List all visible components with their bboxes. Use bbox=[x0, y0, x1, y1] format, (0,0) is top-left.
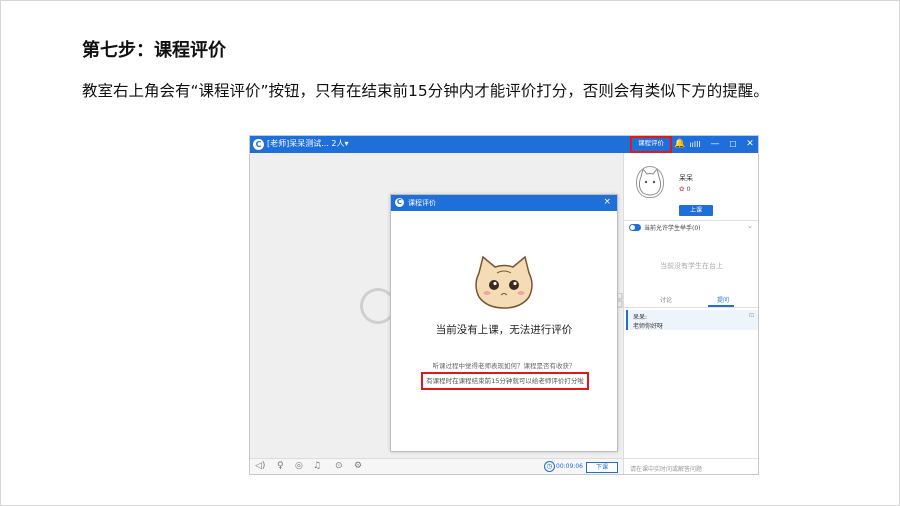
dialog-subtext: 听课过程中觉得老师表现如何？课程是否有收获？ bbox=[432, 362, 576, 370]
cat-illustration-icon bbox=[475, 255, 533, 309]
flower-count: ✿ 0 bbox=[679, 185, 691, 193]
message-action-icon[interactable]: ⊡ bbox=[749, 312, 754, 319]
classroom-window: C [老师]呆呆测试... 2人▾ 课程评价 🔔 ıılll — ☐ ✕ C 课… bbox=[249, 135, 759, 475]
list-item[interactable]: 呆呆: 老师你好呀 ⊡ bbox=[626, 310, 758, 330]
flower-count-value: 0 bbox=[686, 185, 691, 193]
music-icon[interactable]: ♫ bbox=[313, 461, 321, 471]
speaker-icon[interactable]: ◁) bbox=[255, 461, 265, 471]
right-sidebar: 呆呆 ✿ 0 上课 当前允许学生举手(0) ⌄ 当前没有学生在台上 讨论 提问 … bbox=[623, 153, 758, 474]
room-dropdown[interactable]: [老师]呆呆测试... 2人▾ bbox=[267, 138, 349, 149]
step-title: 第七步：课程评价 bbox=[82, 40, 226, 61]
question-input[interactable]: 请在课中实时问或解答问题 bbox=[624, 458, 758, 474]
dialog-message: 当前没有上课，无法进行评价 bbox=[435, 324, 573, 336]
app-logo-icon: C bbox=[253, 139, 264, 150]
teacher-name: 呆呆 bbox=[679, 174, 693, 182]
raise-hand-toggle[interactable] bbox=[629, 224, 641, 231]
close-button[interactable]: ✕ bbox=[743, 136, 757, 153]
chevron-down-icon[interactable]: ⌄ bbox=[747, 222, 753, 230]
settings-icon[interactable]: ⚙ bbox=[354, 461, 362, 471]
bottom-toolbar: ◁) ♀ ◎ ♫ ⊙ ⚙ ◷ 00:09:06 下课 bbox=[250, 458, 623, 474]
elapsed-time: 00:09:06 bbox=[556, 463, 583, 470]
dialog-hint: 有课程时在课程结束前15分钟就可以给老师评价打分啦 bbox=[421, 372, 589, 390]
flower-icon: ✿ bbox=[679, 185, 685, 193]
bell-icon[interactable]: 🔔 bbox=[673, 136, 687, 153]
step-description: 教室右上角会有“课程评价”按钮，只有在结束前15分钟内才能评价打分，否则会有类似… bbox=[82, 82, 769, 100]
app-logo-icon: C bbox=[395, 198, 404, 207]
question-input-placeholder: 请在课中实时问或解答问题 bbox=[630, 466, 703, 473]
clock-icon: ◷ bbox=[544, 461, 555, 472]
end-class-button[interactable]: 下课 bbox=[586, 462, 618, 473]
message-user: 呆呆: bbox=[633, 314, 648, 321]
signal-icon: ıılll bbox=[689, 140, 701, 149]
video-stage: C 课程评价 × 当前没有上课，无法进行评价 听课过程中觉得老师表现如何？课程是… bbox=[250, 153, 623, 458]
sidebar-tabs: 讨论 提问 bbox=[624, 293, 758, 308]
tab-questions[interactable]: 提问 bbox=[717, 295, 729, 304]
minimize-button[interactable]: — bbox=[708, 136, 722, 153]
active-tab-indicator bbox=[708, 305, 734, 307]
dialog-title: 课程评价 bbox=[408, 199, 436, 207]
raise-hand-label: 当前允许学生举手(0) bbox=[644, 225, 701, 232]
empty-stage-text: 当前没有学生在台上 bbox=[660, 262, 723, 270]
tab-discussion[interactable]: 讨论 bbox=[660, 295, 672, 304]
avatar bbox=[636, 166, 664, 198]
mic-icon[interactable]: ♀ bbox=[277, 461, 284, 471]
title-bar: C [老师]呆呆测试... 2人▾ 课程评价 🔔 ıılll — ☐ ✕ bbox=[250, 136, 758, 153]
start-class-button[interactable]: 上课 bbox=[679, 205, 713, 216]
dialog-close-icon[interactable]: × bbox=[603, 197, 611, 207]
highlight-box bbox=[630, 136, 672, 153]
message-text: 老师你好呀 bbox=[633, 323, 664, 330]
record-icon[interactable]: ⊙ bbox=[335, 461, 343, 471]
maximize-button[interactable]: ☐ bbox=[726, 136, 740, 153]
evaluation-dialog: C 课程评价 × 当前没有上课，无法进行评价 听课过程中觉得老师表现如何？课程是… bbox=[390, 194, 618, 452]
divider bbox=[624, 220, 758, 221]
camera-icon[interactable]: ◎ bbox=[295, 461, 303, 471]
dialog-header: C 课程评价 × bbox=[391, 195, 617, 211]
